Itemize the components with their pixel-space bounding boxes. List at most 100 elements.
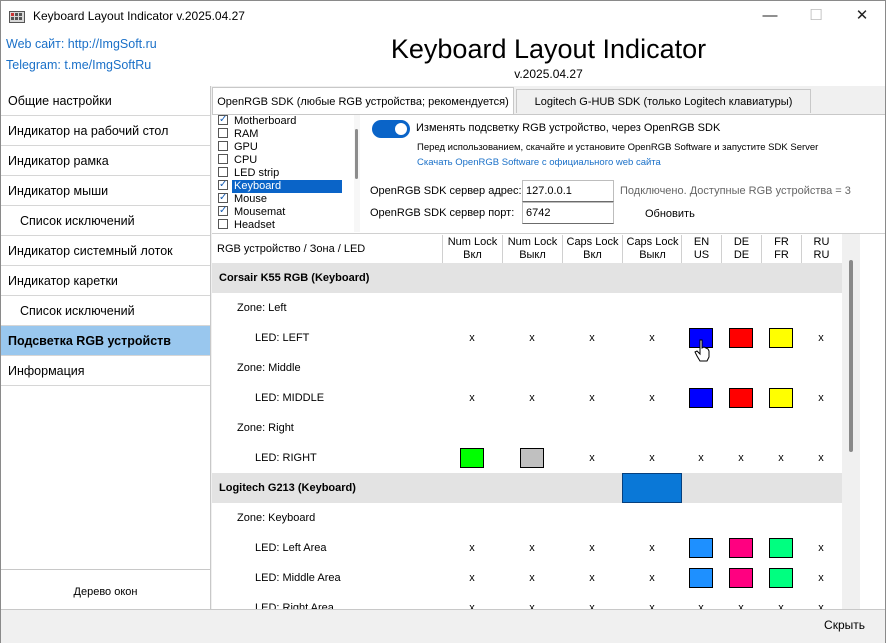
zone-row[interactable]: Zone: Middle: [212, 353, 842, 383]
server-port-input[interactable]: 6742: [522, 202, 614, 224]
device-item-mousemat[interactable]: Mousemat: [218, 204, 287, 219]
sidebar-item-caret-exclusions[interactable]: Список исключений: [1, 296, 210, 326]
empty-color-cell[interactable]: x: [442, 593, 502, 610]
sidebar-item-frame-indicator[interactable]: Индикатор рамка: [1, 146, 210, 176]
sidebar-item-mouse-indicator[interactable]: Индикатор мыши: [1, 176, 210, 206]
sidebar-item-rgb-lighting[interactable]: Подсветка RGB устройств: [1, 326, 210, 356]
color-swatch[interactable]: [729, 328, 753, 348]
openrgb-toggle[interactable]: [372, 120, 410, 138]
scroll-thumb[interactable]: [849, 260, 853, 452]
sidebar-item-tray-indicator[interactable]: Индикатор системный лоток: [1, 236, 210, 266]
web-link[interactable]: Web сайт: http://ImgSoft.ru: [6, 37, 157, 51]
window-tree-button[interactable]: Дерево окон: [1, 569, 210, 609]
color-swatch[interactable]: [729, 568, 753, 588]
sidebar-item-info[interactable]: Информация: [1, 356, 210, 386]
empty-color-cell[interactable]: x: [622, 383, 682, 413]
color-swatch[interactable]: [689, 538, 713, 558]
device-item-ledstrip[interactable]: LED strip: [218, 167, 281, 180]
led-row[interactable]: LED: Left Area x x x x x: [212, 533, 842, 563]
sidebar-item-caret-indicator[interactable]: Индикатор каретки: [1, 266, 210, 296]
empty-color-cell[interactable]: x: [442, 323, 502, 353]
telegram-link[interactable]: Telegram: t.me/ImgSoftRu: [6, 58, 151, 72]
empty-color-cell[interactable]: x: [622, 323, 682, 353]
empty-color-cell[interactable]: x: [622, 593, 682, 610]
empty-color-cell[interactable]: x: [761, 593, 801, 610]
zone-row[interactable]: Zone: Left: [212, 293, 842, 323]
scroll-thumb[interactable]: [355, 129, 358, 179]
empty-color-cell[interactable]: x: [801, 533, 841, 563]
color-swatch[interactable]: [769, 538, 793, 558]
empty-color-cell[interactable]: x: [681, 593, 721, 610]
zone-row[interactable]: Zone: Right: [212, 413, 842, 443]
device-item-keyboard[interactable]: Keyboard: [218, 178, 346, 193]
color-swatch[interactable]: [769, 388, 793, 408]
device-item-motherboard[interactable]: Motherboard: [218, 115, 298, 128]
empty-color-cell[interactable]: x: [562, 383, 622, 413]
close-window-button[interactable]: ✕: [839, 1, 885, 31]
led-row[interactable]: LED: MIDDLE x x x x x: [212, 383, 842, 413]
empty-color-cell[interactable]: x: [801, 383, 841, 413]
led-row[interactable]: LED: Middle Area x x x x x: [212, 563, 842, 593]
device-type-list[interactable]: Motherboard RAM GPU CPU LED strip Keyboa…: [216, 115, 356, 232]
checkbox[interactable]: [218, 178, 228, 191]
led-row[interactable]: LED: RIGHT x x x x x x: [212, 443, 842, 473]
hide-button[interactable]: Скрыть: [824, 618, 865, 632]
maximize-button[interactable]: ☐: [793, 1, 839, 31]
empty-color-cell[interactable]: x: [622, 533, 682, 563]
checkbox[interactable]: [218, 141, 228, 151]
color-swatch[interactable]: [729, 538, 753, 558]
device-group-row[interactable]: Corsair K55 RGB (Keyboard): [212, 263, 842, 293]
empty-color-cell[interactable]: x: [562, 593, 622, 610]
checkbox[interactable]: [218, 204, 228, 217]
empty-color-cell[interactable]: x: [622, 443, 682, 473]
checkbox[interactable]: [218, 128, 228, 138]
device-item-ram[interactable]: RAM: [218, 128, 260, 141]
empty-color-cell[interactable]: x: [681, 443, 721, 473]
empty-color-cell[interactable]: x: [442, 533, 502, 563]
zone-row[interactable]: Zone: Keyboard: [212, 503, 842, 533]
empty-color-cell[interactable]: x: [801, 563, 841, 593]
tab-openrgb[interactable]: OpenRGB SDK (любые RGB устройства; реком…: [212, 87, 514, 115]
empty-color-cell[interactable]: x: [721, 593, 761, 610]
led-row[interactable]: LED: LEFT x x x x x: [212, 323, 842, 353]
device-item-headset[interactable]: Headset: [218, 219, 277, 232]
empty-color-cell[interactable]: x: [502, 593, 562, 610]
download-link[interactable]: Скачать OpenRGB Software с официального …: [417, 157, 661, 168]
empty-color-cell[interactable]: x: [801, 323, 841, 353]
selected-cell[interactable]: [622, 473, 682, 503]
empty-color-cell[interactable]: x: [622, 563, 682, 593]
checkbox[interactable]: [218, 219, 228, 229]
checkbox[interactable]: [218, 154, 228, 164]
device-item-gpu[interactable]: GPU: [218, 141, 260, 154]
led-row[interactable]: LED: Right Area x x x x x x x x: [212, 593, 842, 610]
empty-color-cell[interactable]: x: [442, 383, 502, 413]
empty-color-cell[interactable]: x: [562, 443, 622, 473]
empty-color-cell[interactable]: x: [442, 563, 502, 593]
color-swatch[interactable]: [729, 388, 753, 408]
checkbox[interactable]: [218, 167, 228, 177]
device-list-scrollbar[interactable]: [354, 115, 360, 232]
empty-color-cell[interactable]: x: [502, 563, 562, 593]
color-swatch[interactable]: [689, 568, 713, 588]
color-swatch[interactable]: [520, 448, 544, 468]
device-group-row[interactable]: Logitech G213 (Keyboard): [212, 473, 842, 503]
empty-color-cell[interactable]: x: [502, 533, 562, 563]
checkbox[interactable]: [218, 191, 228, 204]
table-scrollbar[interactable]: [842, 234, 860, 610]
color-swatch[interactable]: [769, 328, 793, 348]
empty-color-cell[interactable]: x: [562, 323, 622, 353]
empty-color-cell[interactable]: x: [721, 443, 761, 473]
minimize-button[interactable]: —: [747, 1, 793, 31]
empty-color-cell[interactable]: x: [801, 443, 841, 473]
empty-color-cell[interactable]: x: [502, 323, 562, 353]
empty-color-cell[interactable]: x: [562, 533, 622, 563]
sidebar-item-mouse-exclusions[interactable]: Список исключений: [1, 206, 210, 236]
color-swatch[interactable]: [769, 568, 793, 588]
server-address-input[interactable]: 127.0.0.1: [522, 180, 614, 202]
tab-logitech[interactable]: Logitech G-HUB SDK (только Logitech клав…: [516, 89, 811, 113]
empty-color-cell[interactable]: x: [761, 443, 801, 473]
empty-color-cell[interactable]: x: [801, 593, 841, 610]
sidebar-item-desktop-indicator[interactable]: Индикатор на рабочий стол: [1, 116, 210, 146]
empty-color-cell[interactable]: x: [502, 383, 562, 413]
refresh-button[interactable]: Обновить: [645, 208, 695, 220]
